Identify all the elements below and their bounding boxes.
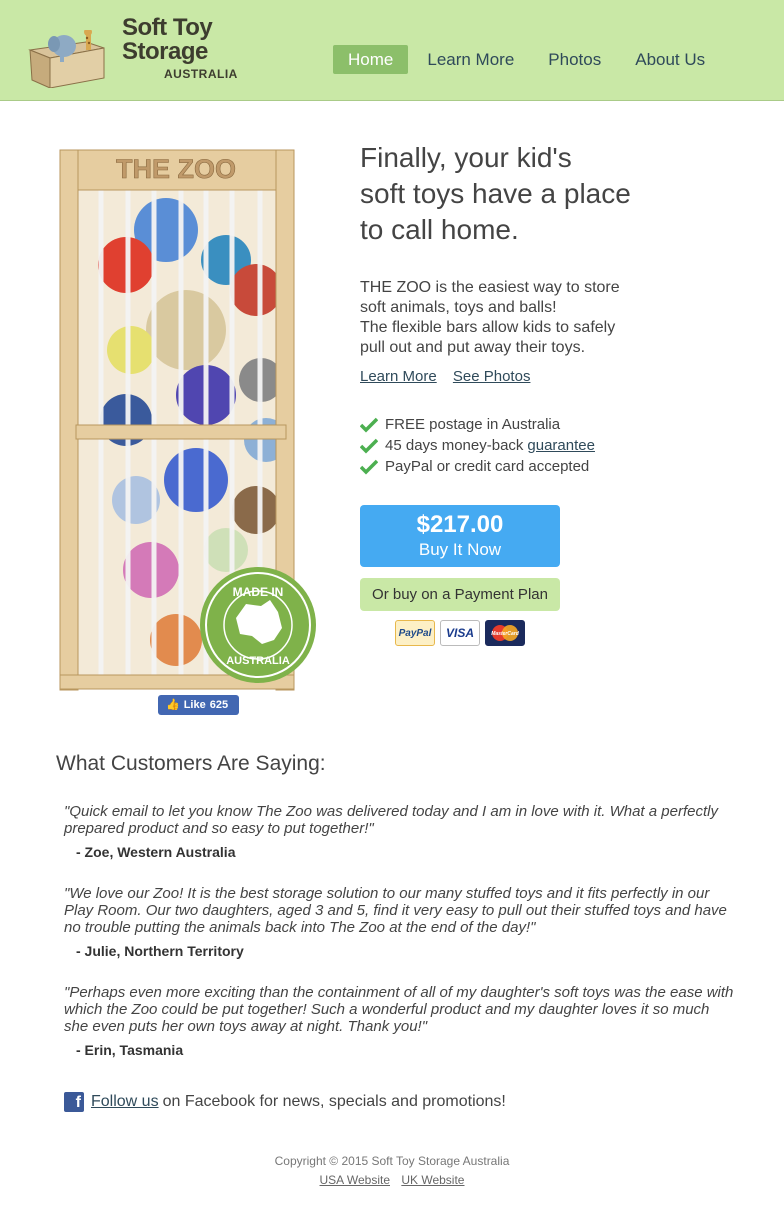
toy-box-logo-icon	[28, 30, 105, 88]
description-line: pull out and put away their toys.	[360, 339, 586, 356]
logo-title-line1: Soft Toy	[122, 14, 213, 41]
product-description: THE ZOO is the easiest way to store soft…	[360, 278, 660, 358]
follow-text: on Facebook for news, specials and promo…	[162, 1093, 506, 1110]
guarantee-link[interactable]: guarantee	[527, 435, 595, 456]
facebook-icon[interactable]: f	[64, 1092, 84, 1112]
copyright-text: Copyright © 2015 Soft Toy Storage Austra…	[274, 1154, 510, 1168]
product-links: Learn More See Photos	[360, 368, 542, 385]
uk-website-link[interactable]: UK Website	[401, 1173, 464, 1187]
buy-label: Buy It Now	[418, 540, 502, 559]
nav-item-home[interactable]: Home	[333, 45, 409, 74]
site-header: Soft Toy Storage AUSTRALIA Home Learn Mo…	[0, 0, 784, 101]
headline-line: to call home.	[360, 214, 519, 245]
feature-item: FREE postage in Australia	[360, 414, 595, 435]
nav-item-photos[interactable]: Photos	[533, 45, 616, 74]
checkmark-icon	[360, 438, 378, 453]
fb-like-count: 625	[209, 699, 229, 711]
feature-text: PayPal or credit card accepted	[385, 458, 590, 475]
usa-website-link[interactable]: USA Website	[320, 1173, 390, 1187]
badge-bottom-text: AUSTRALIA	[226, 655, 290, 667]
nav-item-about-us[interactable]: About Us	[620, 45, 720, 74]
main-nav: Home Learn More Photos About Us	[333, 45, 724, 74]
badge-top-text: MADE IN	[233, 585, 284, 599]
logo-subtitle: AUSTRALIA	[164, 67, 238, 81]
site-footer: Copyright © 2015 Soft Toy Storage Austra…	[0, 1152, 784, 1190]
nav-item-learn-more[interactable]: Learn More	[412, 45, 529, 74]
feature-text: FREE postage in Australia	[385, 416, 561, 433]
feature-text: 45 days money-back	[385, 437, 524, 454]
product-image: THE ZOO MADE IN AUSTRALIA	[59, 149, 316, 691]
mastercard-icon: MasterCard	[485, 620, 525, 646]
logo-title-line2: Storage	[122, 38, 208, 65]
feature-item: PayPal or credit card accepted	[360, 456, 595, 477]
paypal-icon: PayPal	[395, 620, 435, 646]
see-photos-link[interactable]: See Photos	[453, 368, 531, 385]
hero-headline: Finally, your kid's soft toys have a pla…	[360, 140, 680, 248]
zoo-sign-text: THE ZOO	[116, 154, 236, 184]
fb-like-label: Like	[183, 699, 206, 711]
testimonial-author: - Julie, Northern Territory	[76, 943, 244, 959]
learn-more-link[interactable]: Learn More	[360, 368, 437, 385]
testimonial-quote: "Quick email to let you know The Zoo was…	[64, 803, 718, 837]
follow-us-link[interactable]: Follow us	[91, 1093, 159, 1111]
visa-icon: VISA	[440, 620, 480, 646]
checkmark-icon	[360, 459, 378, 474]
payment-methods: PayPal VISA MasterCard	[395, 620, 525, 646]
headline-line: Finally, your kid's	[360, 142, 572, 173]
headline-line: soft toys have a place	[360, 178, 631, 209]
payment-plan-button[interactable]: Or buy on a Payment Plan	[360, 578, 560, 611]
facebook-like-button[interactable]: 👍 Like 625	[158, 695, 239, 715]
testimonial-author: - Zoe, Western Australia	[76, 844, 236, 860]
facebook-follow: f Follow us on Facebook for news, specia…	[64, 1092, 506, 1112]
site-logo[interactable]: Soft Toy Storage AUSTRALIA	[26, 12, 238, 90]
testimonial-author: - Erin, Tasmania	[76, 1042, 184, 1058]
feature-item: 45 days money-back guarantee	[360, 435, 595, 456]
description-line: THE ZOO is the easiest way to store	[360, 279, 620, 296]
description-line: soft animals, toys and balls!	[360, 299, 557, 316]
buy-it-now-button[interactable]: $217.00 Buy It Now	[360, 505, 560, 567]
feature-list: FREE postage in Australia 45 days money-…	[360, 414, 595, 477]
price: $217.00	[416, 511, 504, 538]
checkmark-icon	[360, 417, 378, 432]
description-line: The flexible bars allow kids to safely	[360, 319, 616, 336]
testimonial-quote: "Perhaps even more exciting than the con…	[64, 984, 734, 1035]
testimonial-quote: "We love our Zoo! It is the best storage…	[64, 885, 727, 936]
svg-text:MasterCard: MasterCard	[491, 631, 519, 637]
thumbs-up-icon: 👍	[166, 699, 180, 711]
testimonials-heading: What Customers Are Saying:	[56, 752, 326, 775]
